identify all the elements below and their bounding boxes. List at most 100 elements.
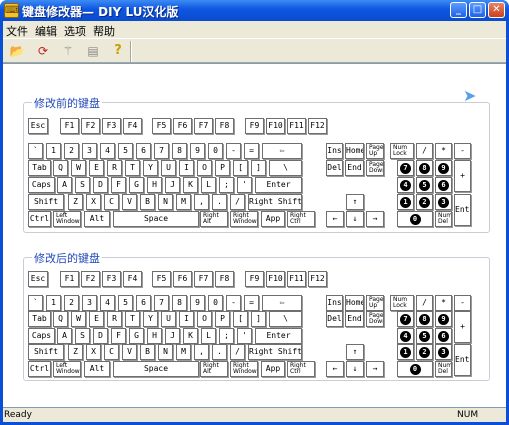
menu-file[interactable]: 文件 (6, 23, 28, 39)
key-pgup-before[interactable]: Page Up (366, 143, 384, 159)
key-n7-before[interactable]: 7 (154, 143, 169, 159)
key-f9-before[interactable]: F9 (245, 118, 264, 134)
key-n0-before[interactable]: 0 (208, 143, 223, 159)
key-down-after[interactable]: ↓ (346, 361, 364, 377)
key-np2-after[interactable]: 2 (416, 344, 433, 360)
open-icon[interactable]: 📂 (8, 42, 26, 60)
key-np3-before[interactable]: 3 (435, 194, 452, 210)
key-t-after[interactable]: T (125, 311, 140, 327)
key-np7-before[interactable]: 7 (397, 160, 414, 176)
key-l-before[interactable]: L (201, 177, 216, 193)
key-np2-before[interactable]: 2 (416, 194, 433, 210)
help-icon[interactable]: ? (109, 42, 127, 60)
key-up-after[interactable]: ↑ (346, 344, 364, 360)
key-equal-before[interactable]: = (244, 143, 259, 159)
key-ndiv-before[interactable]: / (416, 143, 433, 159)
key-f6-after[interactable]: F6 (173, 271, 192, 287)
key-n6-after[interactable]: 6 (136, 295, 151, 311)
key-rwin-after[interactable]: Right Windows (230, 361, 258, 377)
key-nadd-before[interactable]: + (454, 160, 471, 192)
key-np0-before[interactable]: 0 (397, 211, 433, 227)
key-r-before[interactable]: R (107, 160, 122, 176)
key-ctrl-after[interactable]: Ctrl (28, 361, 51, 377)
key-pgup-after[interactable]: Page Up (366, 295, 384, 311)
key-nmul-after[interactable]: * (435, 295, 452, 311)
key-f4-before[interactable]: F4 (123, 118, 142, 134)
key-m-before[interactable]: M (176, 194, 191, 210)
key-np0-after[interactable]: 0 (397, 361, 433, 377)
doc-icon[interactable]: ▤ (84, 42, 102, 60)
key-space-after[interactable]: Space (113, 361, 199, 377)
key-rbr-before[interactable]: ] (251, 160, 266, 176)
key-lbr-before[interactable]: [ (233, 160, 248, 176)
key-np8-before[interactable]: 8 (416, 160, 433, 176)
key-y-before[interactable]: Y (143, 160, 158, 176)
key-n3-after[interactable]: 3 (82, 295, 97, 311)
key-e-before[interactable]: E (89, 160, 104, 176)
key-w-before[interactable]: W (71, 160, 86, 176)
refresh-icon[interactable]: ⟳ (34, 42, 52, 60)
key-np6-before[interactable]: 6 (435, 177, 452, 193)
key-c-before[interactable]: C (104, 194, 119, 210)
key-a-after[interactable]: A (57, 328, 72, 344)
key-f10-after[interactable]: F10 (266, 271, 285, 287)
key-right-before[interactable]: → (366, 211, 384, 227)
key-np1-after[interactable]: 1 (397, 344, 414, 360)
key-v-after[interactable]: V (122, 344, 137, 360)
key-n1-after[interactable]: 1 (46, 295, 61, 311)
key-equal-after[interactable]: = (244, 295, 259, 311)
key-b-after[interactable]: B (140, 344, 155, 360)
key-nenter-after[interactable]: Enter (454, 344, 471, 376)
key-lbr-after[interactable]: [ (233, 311, 248, 327)
key-grave-after[interactable]: ` (28, 295, 43, 311)
key-home-after[interactable]: Home (345, 295, 364, 311)
key-np3-after[interactable]: 3 (435, 344, 452, 360)
key-f5-before[interactable]: F5 (152, 118, 171, 134)
key-np7-after[interactable]: 7 (397, 311, 414, 327)
key-m-after[interactable]: M (176, 344, 191, 360)
key-n-before[interactable]: N (158, 194, 173, 210)
key-h-after[interactable]: H (147, 328, 162, 344)
key-f2-before[interactable]: F2 (81, 118, 100, 134)
key-np4-after[interactable]: 4 (397, 328, 414, 344)
key-rwin-before[interactable]: Right Windows (230, 211, 258, 227)
key-b-before[interactable]: B (140, 194, 155, 210)
key-nmul-before[interactable]: * (435, 143, 452, 159)
key-ins-before[interactable]: Ins (326, 143, 343, 159)
key-minus-before[interactable]: - (226, 143, 241, 159)
key-v-before[interactable]: V (122, 194, 137, 210)
key-k-before[interactable]: K (183, 177, 198, 193)
key-del-before[interactable]: Del (326, 160, 343, 176)
key-tab-before[interactable]: Tab (28, 160, 51, 176)
key-r-after[interactable]: R (107, 311, 122, 327)
key-nsub-before[interactable]: - (454, 143, 471, 159)
key-f5-after[interactable]: F5 (152, 271, 171, 287)
key-back-before[interactable]: ⇦ (262, 143, 302, 159)
key-dot-before[interactable]: . (212, 194, 227, 210)
key-caps-before[interactable]: Caps (28, 177, 55, 193)
key-alt-after[interactable]: Alt (84, 361, 110, 377)
key-n8-after[interactable]: 8 (172, 295, 187, 311)
key-i-before[interactable]: I (179, 160, 194, 176)
key-f8-after[interactable]: F8 (215, 271, 234, 287)
key-c-after[interactable]: C (104, 344, 119, 360)
key-f7-before[interactable]: F7 (194, 118, 213, 134)
key-left-before[interactable]: ← (326, 211, 344, 227)
key-p-before[interactable]: P (215, 160, 230, 176)
key-g-before[interactable]: G (129, 177, 144, 193)
key-x-after[interactable]: X (86, 344, 101, 360)
key-d-after[interactable]: D (93, 328, 108, 344)
key-t-before[interactable]: T (125, 160, 140, 176)
key-a-before[interactable]: A (57, 177, 72, 193)
key-minus-after[interactable]: - (226, 295, 241, 311)
key-n8-before[interactable]: 8 (172, 143, 187, 159)
key-np5-after[interactable]: 5 (416, 328, 433, 344)
key-f8-before[interactable]: F8 (215, 118, 234, 134)
key-np5-before[interactable]: 5 (416, 177, 433, 193)
key-numlock-before[interactable]: Num Lock (390, 143, 414, 159)
key-w-after[interactable]: W (71, 311, 86, 327)
key-rshift-before[interactable]: Right Shift (248, 194, 302, 210)
key-g-after[interactable]: G (129, 328, 144, 344)
key-esc-after[interactable]: Esc (28, 271, 48, 287)
key-rbr-after[interactable]: ] (251, 311, 266, 327)
